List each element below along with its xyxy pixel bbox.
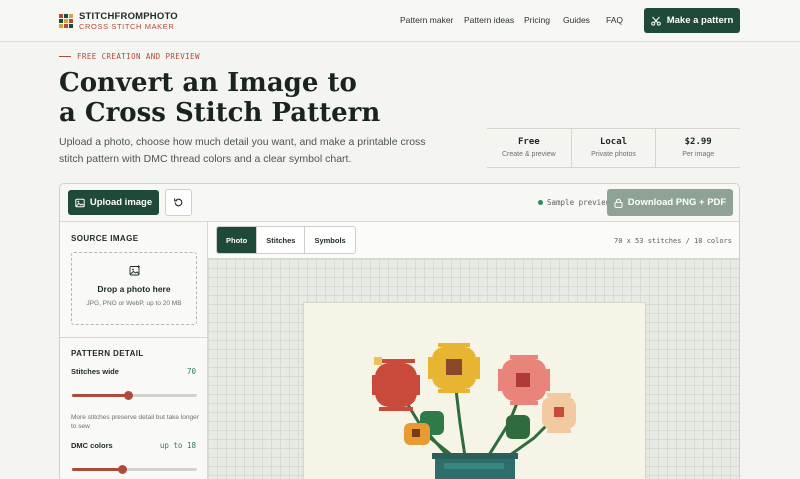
stitches-wide-value: 70	[186, 367, 196, 376]
stat-value: Local	[599, 137, 628, 147]
stat-value: $2.99	[684, 137, 712, 147]
make-pattern-label: Make a pattern	[666, 15, 734, 26]
settings-sidebar: SOURCE IMAGE Drop a photo here JPG, PNG …	[60, 222, 208, 479]
dmc-colors-slider[interactable]	[72, 465, 197, 474]
lock-icon	[614, 198, 623, 208]
nav-faq[interactable]: FAQ	[606, 15, 623, 25]
photo-dropzone[interactable]: Drop a photo here JPG, PNG or WebP, up t…	[71, 252, 197, 325]
stitch-count-info: 70 x 53 stitches / 18 colors	[613, 237, 732, 245]
pattern-maker-app: Upload image Sample preview Download PNG…	[59, 183, 740, 479]
reset-button[interactable]	[165, 189, 192, 216]
stitches-hint: More stitches preserve detail but take l…	[71, 414, 199, 430]
brand-name: STITCHFROMPHOTO	[79, 11, 178, 22]
stat-local: Local Private photos	[570, 129, 656, 167]
status-dot-icon	[538, 200, 543, 205]
eyebrow-text: FREE CREATION AND PREVIEW	[77, 52, 200, 61]
view-tabs: Photo Stitches Symbols	[216, 226, 356, 254]
stitches-wide-slider[interactable]	[72, 391, 197, 400]
eyebrow: FREE CREATION AND PREVIEW	[59, 52, 200, 61]
download-label: Download PNG + PDF	[627, 197, 727, 208]
stat-label: Private photos	[591, 151, 636, 158]
dmc-colors-value: up to 18	[159, 441, 196, 450]
sidebar-divider	[60, 337, 208, 338]
dmc-colors-label: DMC colors	[71, 441, 113, 450]
site-header: STITCHFROMPHOTO CROSS STITCH MAKER Patte…	[0, 0, 800, 42]
nav-guides[interactable]: Guides	[563, 15, 590, 25]
scissors-icon	[650, 16, 661, 26]
sample-preview-status: Sample preview	[538, 198, 610, 207]
dropzone-subtitle: JPG, PNG or WebP, up to 20 MB	[86, 300, 182, 307]
logo-mark-icon	[59, 14, 73, 28]
nav-pattern-maker[interactable]: Pattern maker	[400, 15, 453, 25]
tab-symbols[interactable]: Symbols	[304, 227, 354, 253]
make-pattern-button[interactable]: Make a pattern	[644, 8, 740, 33]
stitches-slider-fill	[72, 394, 129, 397]
stat-free: Free Create & preview	[487, 129, 571, 167]
upload-image-button[interactable]: Upload image	[68, 190, 159, 215]
tab-stitches[interactable]: Stitches	[256, 227, 304, 253]
sample-preview-label: Sample preview	[547, 198, 611, 207]
refresh-icon	[174, 198, 183, 207]
stats-strip: Free Create & preview Local Private phot…	[487, 128, 740, 168]
nav-pricing[interactable]: Pricing	[524, 15, 550, 25]
pattern-preview-image	[303, 302, 646, 479]
stitches-wide-label: Stitches wide	[71, 367, 119, 376]
pattern-detail-heading: PATTERN DETAIL	[71, 349, 144, 358]
logo[interactable]: STITCHFROMPHOTO CROSS STITCH MAKER	[59, 12, 178, 30]
preview-canvas	[208, 259, 739, 479]
source-image-heading: SOURCE IMAGE	[71, 234, 139, 243]
upload-image-label: Upload image	[89, 197, 153, 208]
preview-area: Photo Stitches Symbols 70 x 53 stitches …	[208, 222, 739, 479]
download-button[interactable]: Download PNG + PDF	[607, 189, 733, 216]
image-upload-icon	[75, 198, 85, 207]
tab-photo[interactable]: Photo	[217, 227, 257, 253]
title-line-2: a Cross Stitch Pattern	[59, 98, 381, 128]
stat-label: Per image	[682, 151, 715, 158]
brand-tagline: CROSS STITCH MAKER	[79, 21, 175, 31]
stat-label: Create & preview	[501, 151, 556, 158]
stat-value: Free	[517, 137, 540, 147]
stitches-slider-knob[interactable]	[124, 391, 134, 400]
page-subtitle: Upload a photo, choose how much detail y…	[59, 136, 426, 165]
stat-price: $2.99 Per image	[655, 129, 740, 167]
preview-tabbar: Photo Stitches Symbols 70 x 53 stitches …	[208, 222, 739, 259]
page-title: Convert an Image to a Cross Stitch Patte…	[59, 68, 479, 128]
dropzone-title: Drop a photo here	[97, 284, 171, 294]
colors-slider-fill	[72, 468, 122, 471]
title-line-1: Convert an Image to	[59, 68, 357, 98]
image-add-icon	[129, 265, 140, 276]
colors-slider-knob[interactable]	[118, 465, 127, 474]
eyebrow-rule	[59, 56, 71, 57]
nav-pattern-ideas[interactable]: Pattern ideas	[464, 15, 514, 25]
flower-pattern-illustration	[372, 343, 576, 479]
app-toolbar: Upload image Sample preview Download PNG…	[60, 184, 739, 222]
